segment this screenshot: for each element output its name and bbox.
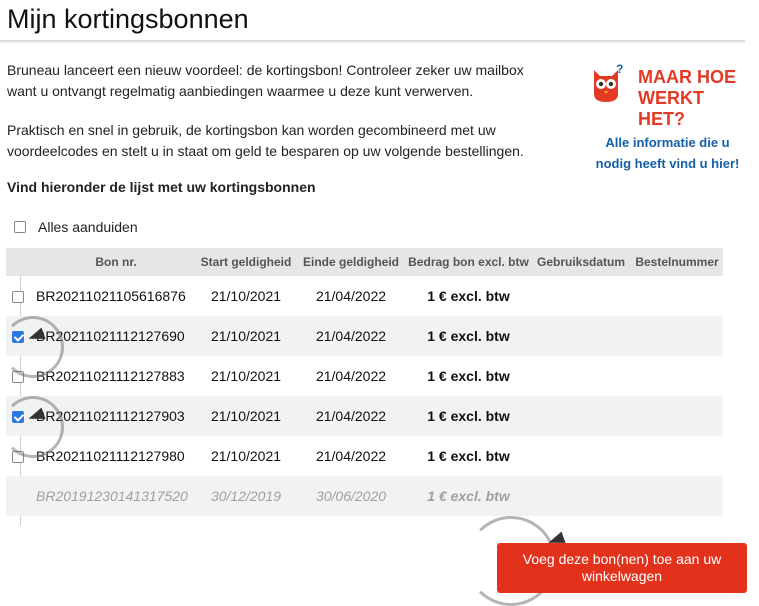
cell-order-number xyxy=(631,476,723,516)
cell-end: 30/06/2020 xyxy=(296,476,406,516)
cell-order-number xyxy=(631,316,723,356)
voucher-table: Bon nr. Start geldigheid Einde geldighei… xyxy=(6,248,723,516)
cell-bon-nr: BR20191230141317520 xyxy=(36,476,196,516)
page-title: Mijn kortingsbonnen xyxy=(7,4,249,34)
promo-title: MAAR HOE WERKT HET? xyxy=(638,67,750,130)
intro-paragraph-1: Bruneau lanceert een nieuw voordeel: de … xyxy=(7,62,524,99)
cell-bon-nr: BR20211021105616876 xyxy=(36,288,186,304)
cell-start: 30/12/2019 xyxy=(196,476,296,516)
cell-amount: 1 € excl. btw xyxy=(427,368,510,384)
owl-mascot-icon: ? xyxy=(594,64,623,102)
cell-start: 21/10/2021 xyxy=(210,448,282,464)
cell-usage-date xyxy=(531,276,631,316)
cell-usage-date xyxy=(531,316,631,356)
cell-order-number xyxy=(631,276,723,316)
header-order-number: Bestelnummer xyxy=(631,248,723,276)
cell-usage-date xyxy=(531,356,631,396)
cell-end: 21/04/2022 xyxy=(315,448,387,464)
promo-info-link[interactable]: Alle informatie die u nodig heeft vind u… xyxy=(585,132,750,174)
header-usage-date: Gebruiksdatum xyxy=(531,248,631,276)
cell-usage-date xyxy=(531,396,631,436)
promo-title-line-2: WERKT HET? xyxy=(638,88,704,129)
cell-order-number xyxy=(631,356,723,396)
select-all-checkbox[interactable] xyxy=(14,221,26,233)
cell-select-disabled xyxy=(6,476,36,516)
promo-link-line-1: Alle informatie die u xyxy=(605,135,730,150)
cell-usage-date xyxy=(531,436,631,476)
cell-end: 21/04/2022 xyxy=(296,316,406,356)
cell-start: 21/10/2021 xyxy=(210,288,282,304)
add-to-cart-button[interactable]: Voeg deze bon(nen) toe aan uw winkelwage… xyxy=(497,543,747,593)
header-amount: Bedrag bon excl. btw xyxy=(406,248,531,276)
intro-paragraph-2: Praktisch en snel in gebruik, de korting… xyxy=(7,122,524,159)
select-all-label: Alles aanduiden xyxy=(38,219,138,235)
cell-usage-date xyxy=(531,476,631,516)
header-end-validity: Einde geldigheid xyxy=(296,248,406,276)
table-row-expired: BR20191230141317520 30/12/2019 30/06/202… xyxy=(6,476,723,516)
cell-amount: 1 € excl. btw xyxy=(406,476,531,516)
cell-amount: 1 € excl. btw xyxy=(427,288,510,304)
cell-start: 21/10/2021 xyxy=(196,396,296,436)
cell-order-number xyxy=(631,396,723,436)
cell-end: 21/04/2022 xyxy=(315,288,387,304)
cell-order-number xyxy=(631,436,723,476)
table-row: BR20211021112127883 21/10/2021 21/04/202… xyxy=(6,356,723,396)
cell-end: 21/04/2022 xyxy=(296,396,406,436)
promo-title-line-1: MAAR HOE xyxy=(638,67,736,87)
voucher-list-heading: Vind hieronder de lijst met uw kortingsb… xyxy=(7,179,316,195)
table-header-row: Bon nr. Start geldigheid Einde geldighei… xyxy=(6,248,723,276)
row-checkbox[interactable] xyxy=(12,291,24,304)
cell-start: 21/10/2021 xyxy=(196,316,296,356)
cell-start: 21/10/2021 xyxy=(210,368,282,384)
cell-amount: 1 € excl. btw xyxy=(427,448,510,464)
table-row: BR20211021105616876 21/10/2021 21/04/202… xyxy=(6,276,723,316)
cell-end: 21/04/2022 xyxy=(315,368,387,384)
click-highlight-ring xyxy=(2,396,64,458)
svg-text:?: ? xyxy=(616,64,623,76)
click-highlight-ring xyxy=(2,316,64,378)
cell-amount: 1 € excl. btw xyxy=(406,316,531,356)
table-row: BR20211021112127980 21/10/2021 21/04/202… xyxy=(6,436,723,476)
table-row: BR20211021112127903 21/10/2021 21/04/202… xyxy=(6,396,723,436)
header-bon-nr: Bon nr. xyxy=(36,248,196,276)
header-start-validity: Start geldigheid xyxy=(196,248,296,276)
header-select xyxy=(6,248,36,276)
cell-amount: 1 € excl. btw xyxy=(406,396,531,436)
table-row: BR20211021112127690 21/10/2021 21/04/202… xyxy=(6,316,723,356)
select-all-toggle[interactable]: Alles aanduiden xyxy=(14,219,138,235)
title-divider xyxy=(0,40,745,43)
promo-link-line-2: nodig heeft vind u hier! xyxy=(595,156,740,171)
